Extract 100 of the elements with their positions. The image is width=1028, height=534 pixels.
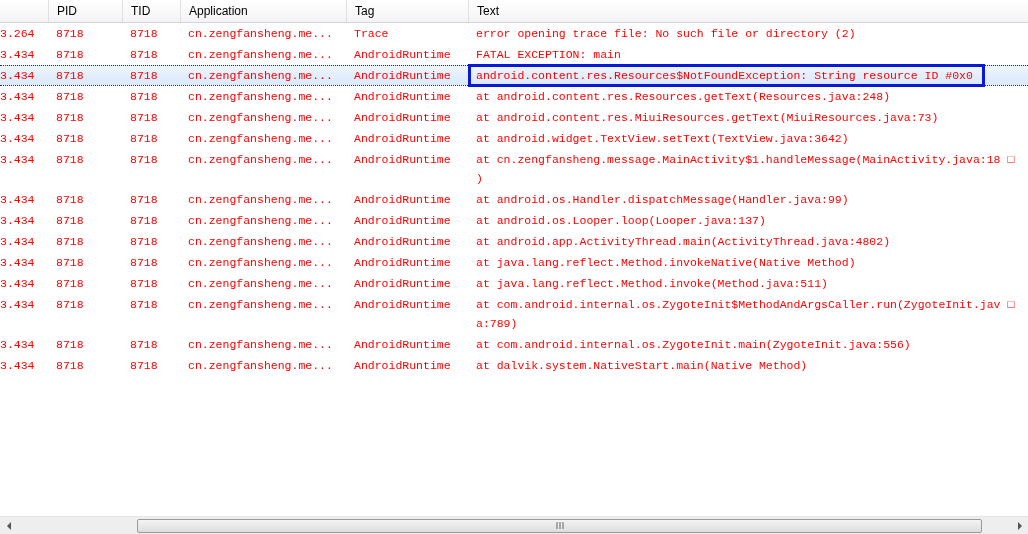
tid-cell-text: 8718 [129,110,159,126]
log-row[interactable]: 3.434 8718 8718 cn.zengfansheng.me... AndroidRuntime at cn.zengfansheng.message.MainActivity$1.handleMessage(MainActivity.java:18 □ ) [0,149,1028,189]
tid-cell-text: 8718 [129,358,159,374]
pid-cell-text: 8718 [55,47,85,63]
message-text: a:789) [475,316,518,332]
tid-cell-text: 8718 [129,152,159,168]
message-text: error opening trace file: No such file or directory (2) [475,26,856,42]
log-row[interactable]: 3.434 8718 8718 cn.zengfansheng.me... AndroidRuntime at android.widget.TextView.setText(TextView.java:3642) [0,128,1028,149]
log-row[interactable]: 3.434 8718 8718 cn.zengfansheng.me... AndroidRuntime at com.android.internal.os.ZygoteInit.main(ZygoteInit.java:556) [0,334,1028,355]
time-cell-text: 3.434 [0,89,36,105]
log-row[interactable]: 3.434 8718 8718 cn.zengfansheng.me... AndroidRuntime at java.lang.reflect.Method.invokeNative(Native Method) [0,252,1028,273]
tid-cell-text: 8718 [129,89,159,105]
tag-cell-text: AndroidRuntime [353,110,452,126]
message-text: at android.widget.TextView.setText(TextView.java:3642) [475,131,849,147]
message-text: at java.lang.reflect.Method.invoke(Method.java:511) [475,276,828,292]
log-row[interactable]: 3.434 8718 8718 cn.zengfansheng.me... AndroidRuntime at android.os.Looper.loop(Looper.java:137) [0,210,1028,231]
application-cell-text: cn.zengfansheng.me... [187,255,334,271]
time-cell-text: 3.434 [0,297,36,313]
tid-cell-text: 8718 [129,47,159,63]
time-cell-text: 3.264 [0,26,36,42]
message-text: at com.android.internal.os.ZygoteInit$MethodAndArgsCaller.run(ZygoteInit.jav □ [475,297,1015,313]
pid-cell-text: 8718 [55,68,85,84]
pid-cell-text: 8718 [55,192,85,208]
pid-cell-text: 8718 [55,337,85,353]
pid-cell-text: 8718 [55,234,85,250]
pid-cell-text: 8718 [55,26,85,42]
grip-icon [555,522,564,529]
tid-cell-text: 8718 [129,213,159,229]
time-cell-text: 3.434 [0,192,36,208]
tag-cell-text: AndroidRuntime [353,255,452,271]
pid-cell-text: 8718 [55,297,85,313]
application-cell-text: cn.zengfansheng.me... [187,234,334,250]
time-cell-text: 3.434 [0,358,36,374]
time-cell-text: 3.434 [0,110,36,126]
tid-cell-text: 8718 [129,234,159,250]
pid-cell-text: 8718 [55,213,85,229]
log-row[interactable]: 3.434 8718 8718 cn.zengfansheng.me... AndroidRuntime at android.os.Handler.dispatchMessage(Handler.java:99) [0,189,1028,210]
message-text: ) [475,171,483,187]
tag-cell-text: AndroidRuntime [353,131,452,147]
pid-cell-text: 8718 [55,89,85,105]
tag-cell-text: AndroidRuntime [353,152,452,168]
time-cell-text: 3.434 [0,337,36,353]
tid-cell-text: 8718 [129,297,159,313]
application-cell-text: cn.zengfansheng.me... [187,192,334,208]
tag-cell-text: AndroidRuntime [353,276,452,292]
time-cell-text: 3.434 [0,213,36,229]
tid-cell-text: 8718 [129,26,159,42]
message-text: at android.os.Looper.loop(Looper.java:137) [475,213,766,229]
tag-cell-text: AndroidRuntime [353,213,452,229]
column-header[interactable]: Text [468,0,1028,22]
tag-cell-text: AndroidRuntime [353,192,452,208]
message-text: at cn.zengfansheng.message.MainActivity$1.handleMessage(MainActivity.java:18 □ [475,152,1015,168]
column-header[interactable]: PID [48,0,122,22]
application-cell-text: cn.zengfansheng.me... [187,337,334,353]
tag-cell-text: AndroidRuntime [353,68,452,84]
log-row[interactable]: 3.434 8718 8718 cn.zengfansheng.me... AndroidRuntime FATAL EXCEPTION: main [0,44,1028,65]
tag-cell-text: AndroidRuntime [353,337,452,353]
column-header[interactable]: Tag [346,0,468,22]
log-row[interactable]: 3.434 8718 8718 cn.zengfansheng.me... AndroidRuntime at android.content.res.Resources.getText(Resources.java:248) [0,86,1028,107]
time-cell-text: 3.434 [0,152,36,168]
application-cell-text: cn.zengfansheng.me... [187,89,334,105]
pid-cell-text: 8718 [55,255,85,271]
message-text: at com.android.internal.os.ZygoteInit.main(ZygoteInit.java:556) [475,337,911,353]
log-row[interactable]: 3.264 8718 8718 cn.zengfansheng.me... Trace error opening trace file: No such file or directory (2) [0,23,1028,44]
application-cell-text: cn.zengfansheng.me... [187,213,334,229]
tid-cell-text: 8718 [129,276,159,292]
log-row[interactable]: 3.434 8718 8718 cn.zengfansheng.me... AndroidRuntime at dalvik.system.NativeStart.main(Native Method) [0,355,1028,376]
message-text: FATAL EXCEPTION: main [475,47,621,63]
pid-cell-text: 8718 [55,110,85,126]
tid-cell-text: 8718 [129,337,159,353]
log-row[interactable]: 3.434 8718 8718 cn.zengfansheng.me... AndroidRuntime at com.android.internal.os.ZygoteInit$MethodAndArgsCaller.run(ZygoteInit.jav □ a:789) [0,294,1028,334]
application-cell-text: cn.zengfansheng.me... [187,358,334,374]
tid-cell-text: 8718 [129,255,159,271]
column-header[interactable]: TID [122,0,180,22]
log-row[interactable]: 3.434 8718 8718 cn.zengfansheng.me... AndroidRuntime android.content.res.Resources$NotFoundException: String resource ID #0x0 [0,65,1028,86]
application-cell-text: cn.zengfansheng.me... [187,131,334,147]
application-cell-text: cn.zengfansheng.me... [187,297,334,313]
time-cell-text: 3.434 [0,47,36,63]
application-cell-text: cn.zengfansheng.me... [187,26,334,42]
time-cell-text: 3.434 [0,234,36,250]
tid-cell-text: 8718 [129,131,159,147]
application-cell-text: cn.zengfansheng.me... [187,47,334,63]
message-text: at android.content.res.Resources.getText(Resources.java:248) [475,89,891,105]
message-text: android.content.res.Resources$NotFoundException: String resource ID #0x0 [468,64,985,87]
tag-cell-text: AndroidRuntime [353,47,452,63]
message-text: at android.os.Handler.dispatchMessage(Handler.java:99) [475,192,849,208]
tid-cell-text: 8718 [129,68,159,84]
message-text: at android.content.res.MiuiResources.getText(MiuiResources.java:73) [475,110,939,126]
message-text: at java.lang.reflect.Method.invokeNative(Native Method) [475,255,856,271]
log-row[interactable]: 3.434 8718 8718 cn.zengfansheng.me... AndroidRuntime at java.lang.reflect.Method.invoke(Method.java:511) [0,273,1028,294]
column-header[interactable]: Application [180,0,346,22]
tag-cell-text: Trace [353,26,390,42]
pid-cell-text: 8718 [55,152,85,168]
time-cell-text: 3.434 [0,255,36,271]
time-cell-text: 3.434 [0,131,36,147]
log-row[interactable]: 3.434 8718 8718 cn.zengfansheng.me... AndroidRuntime at android.app.ActivityThread.main(ActivityThread.java:4802) [0,231,1028,252]
tag-cell-text: AndroidRuntime [353,358,452,374]
log-row[interactable]: 3.434 8718 8718 cn.zengfansheng.me... AndroidRuntime at android.content.res.MiuiResources.getText(MiuiResources.java:73) [0,107,1028,128]
tag-cell-text: AndroidRuntime [353,234,452,250]
tag-cell-text: AndroidRuntime [353,89,452,105]
